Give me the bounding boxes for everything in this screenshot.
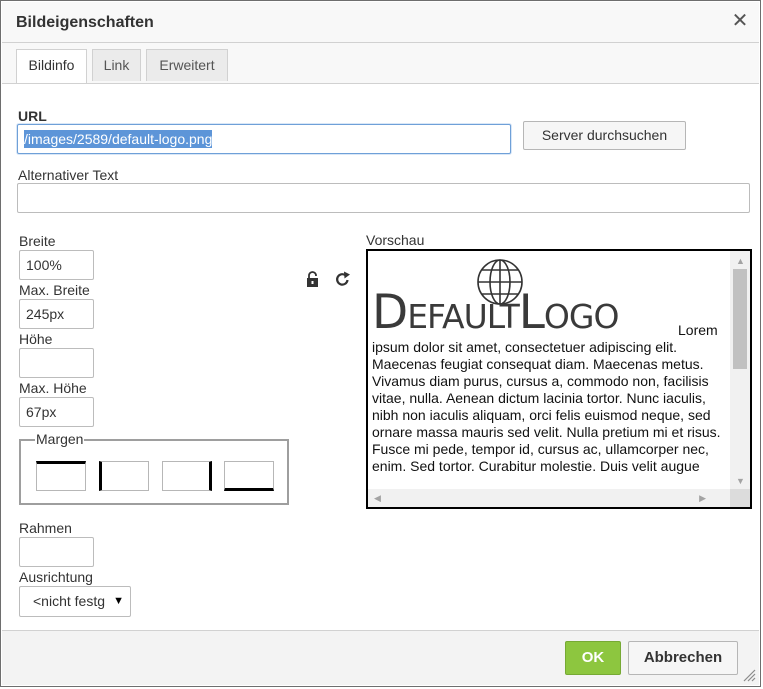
preview-content: DefaultLogo Lorem ipsum dolor sit amet, …: [372, 255, 728, 475]
margin-right-input[interactable]: [162, 461, 212, 491]
margins-fieldset: Margen: [19, 431, 289, 505]
preview-label: Vorschau: [366, 232, 425, 248]
url-input-value: /images/2589/default-logo.png: [24, 130, 213, 148]
resize-handle-icon[interactable]: [742, 668, 756, 682]
dialog-footer: OK Abbrechen: [2, 630, 759, 685]
max-height-label: Max. Höhe: [19, 380, 87, 396]
width-label: Breite: [19, 233, 56, 249]
preview-scroll-thumb[interactable]: [733, 269, 747, 369]
margin-bottom-input[interactable]: [224, 461, 274, 491]
margins-legend: Margen: [35, 431, 85, 447]
border-input[interactable]: [19, 537, 94, 567]
preview-vertical-scrollbar[interactable]: ▲ ▼: [730, 251, 750, 489]
preview-pane[interactable]: DefaultLogo Lorem ipsum dolor sit amet, …: [366, 249, 752, 509]
alt-text-label: Alternativer Text: [18, 167, 119, 183]
scroll-left-icon[interactable]: ◀: [374, 493, 381, 503]
alignment-select-value: <nicht festg: [33, 593, 105, 609]
browse-server-button[interactable]: Server durchsuchen: [523, 121, 686, 150]
tab-link[interactable]: Link: [92, 49, 141, 81]
height-label: Höhe: [19, 331, 53, 347]
margin-left-input[interactable]: [99, 461, 149, 491]
close-icon[interactable]: ✕: [729, 10, 751, 32]
default-logo-text: DefaultLogo: [372, 285, 619, 340]
dialog-title: Bildeigenschaften: [16, 14, 154, 31]
alt-text-input[interactable]: [17, 183, 750, 213]
preview-horizontal-scrollbar[interactable]: ◀ ▶: [368, 489, 730, 507]
tab-erweitert[interactable]: Erweitert: [146, 49, 228, 81]
tab-bar: Bildinfo Link Erweitert: [2, 43, 759, 84]
alignment-label: Ausrichtung: [19, 569, 93, 585]
lock-ratio-icon[interactable]: [305, 271, 320, 288]
max-width-input[interactable]: 245px: [19, 299, 94, 329]
preview-lorem-text: Lorem ipsum dolor sit amet, consectetuer…: [372, 322, 721, 474]
border-label: Rahmen: [19, 520, 72, 536]
url-input[interactable]: /images/2589/default-logo.png: [17, 124, 511, 154]
ok-button[interactable]: OK: [565, 641, 621, 675]
scroll-up-icon[interactable]: ▲: [736, 256, 745, 266]
scroll-right-icon[interactable]: ▶: [699, 493, 706, 503]
tab-bildinfo[interactable]: Bildinfo: [16, 49, 87, 83]
max-height-input[interactable]: 67px: [19, 397, 94, 427]
height-input[interactable]: [19, 348, 94, 378]
url-label: URL: [18, 108, 47, 124]
reset-size-icon[interactable]: [334, 271, 351, 288]
cancel-button[interactable]: Abbrechen: [628, 641, 738, 675]
scrollbar-corner: [730, 489, 750, 507]
tab-content: URL /images/2589/default-logo.png Server…: [2, 84, 759, 631]
scroll-down-icon[interactable]: ▼: [736, 476, 745, 486]
max-width-label: Max. Breite: [19, 282, 90, 298]
default-logo-image: DefaultLogo: [372, 255, 678, 339]
margin-top-input[interactable]: [36, 461, 86, 491]
image-properties-dialog: Bildeigenschaften ✕ Bildinfo Link Erweit…: [0, 0, 761, 687]
chevron-down-icon: ▼: [113, 595, 124, 607]
dialog-titlebar[interactable]: Bildeigenschaften ✕: [2, 2, 759, 43]
width-input[interactable]: 100%: [19, 250, 94, 280]
alignment-select[interactable]: <nicht festg ▼: [19, 586, 131, 617]
